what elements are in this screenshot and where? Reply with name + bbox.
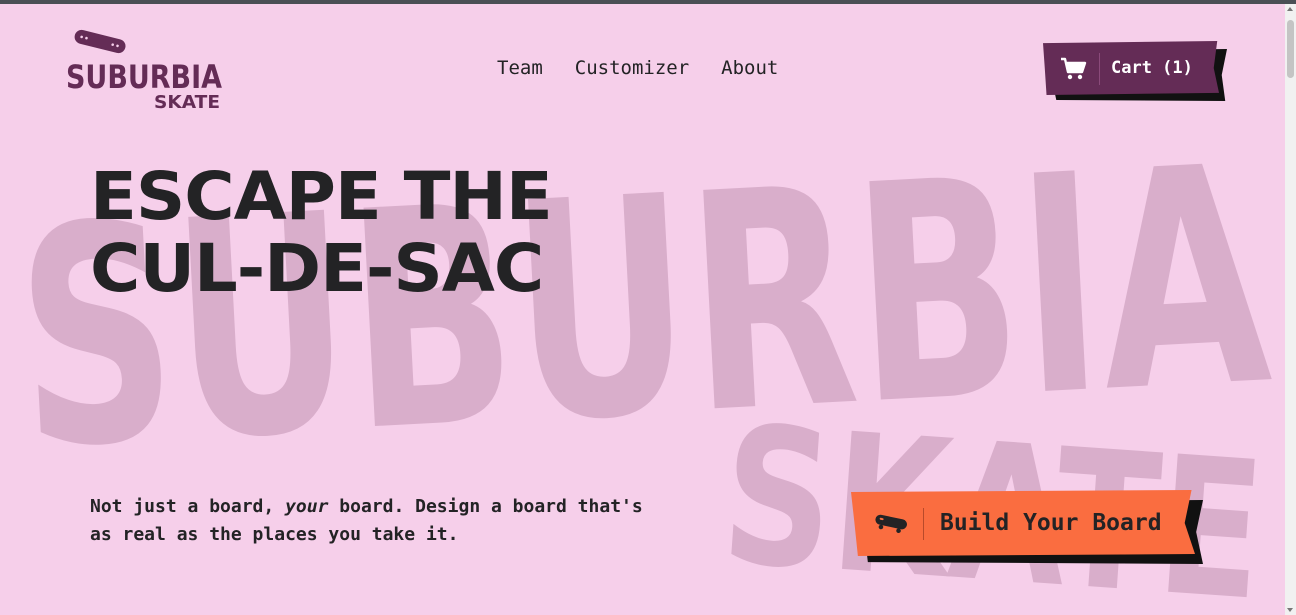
hero-headline: ESCAPE THE CUL-DE-SAC <box>90 158 553 307</box>
nav-link-about[interactable]: About <box>721 57 778 79</box>
cart-button-wrapper: Cart (1) <box>1043 41 1228 107</box>
cart-button[interactable]: Cart (1) <box>1043 41 1219 95</box>
build-board-button[interactable]: Build Your Board <box>851 490 1195 556</box>
hero-tagline: Not just a board, your board. Design a b… <box>90 493 650 549</box>
build-board-label: Build Your Board <box>940 510 1162 536</box>
cart-divider <box>1099 53 1100 85</box>
nav-link-team[interactable]: Team <box>497 57 543 79</box>
brand-logo[interactable]: SUBURBIA SKATE <box>64 26 226 112</box>
scroll-up-arrow-icon[interactable] <box>1287 7 1293 11</box>
logo-skateboard-icon <box>74 29 126 54</box>
scroll-thumb[interactable] <box>1287 20 1294 78</box>
logo-main-text: SUBURBIA <box>66 58 222 96</box>
nav-link-customizer[interactable]: Customizer <box>575 57 689 79</box>
build-board-button-wrapper: Build Your Board <box>851 490 1207 570</box>
cart-label: Cart (1) <box>1111 58 1193 78</box>
shopping-cart-icon <box>1061 57 1087 80</box>
main-nav: Team Customizer About <box>497 57 778 79</box>
scroll-down-arrow-icon[interactable] <box>1287 608 1293 612</box>
hero-headline-line-2: CUL-DE-SAC <box>90 230 544 307</box>
page: SUBURBIA SKATE SUBURBIA SKATE Team Custo… <box>0 4 1285 615</box>
tagline-start: Not just a board, <box>90 496 286 517</box>
logo-sub-text: SKATE <box>154 92 220 112</box>
build-board-divider <box>923 508 924 540</box>
vertical-scrollbar[interactable] <box>1285 4 1296 615</box>
tagline-emphasis: your <box>285 496 329 517</box>
skateboard-icon <box>875 514 907 534</box>
hero-headline-line-1: ESCAPE THE <box>90 158 553 235</box>
